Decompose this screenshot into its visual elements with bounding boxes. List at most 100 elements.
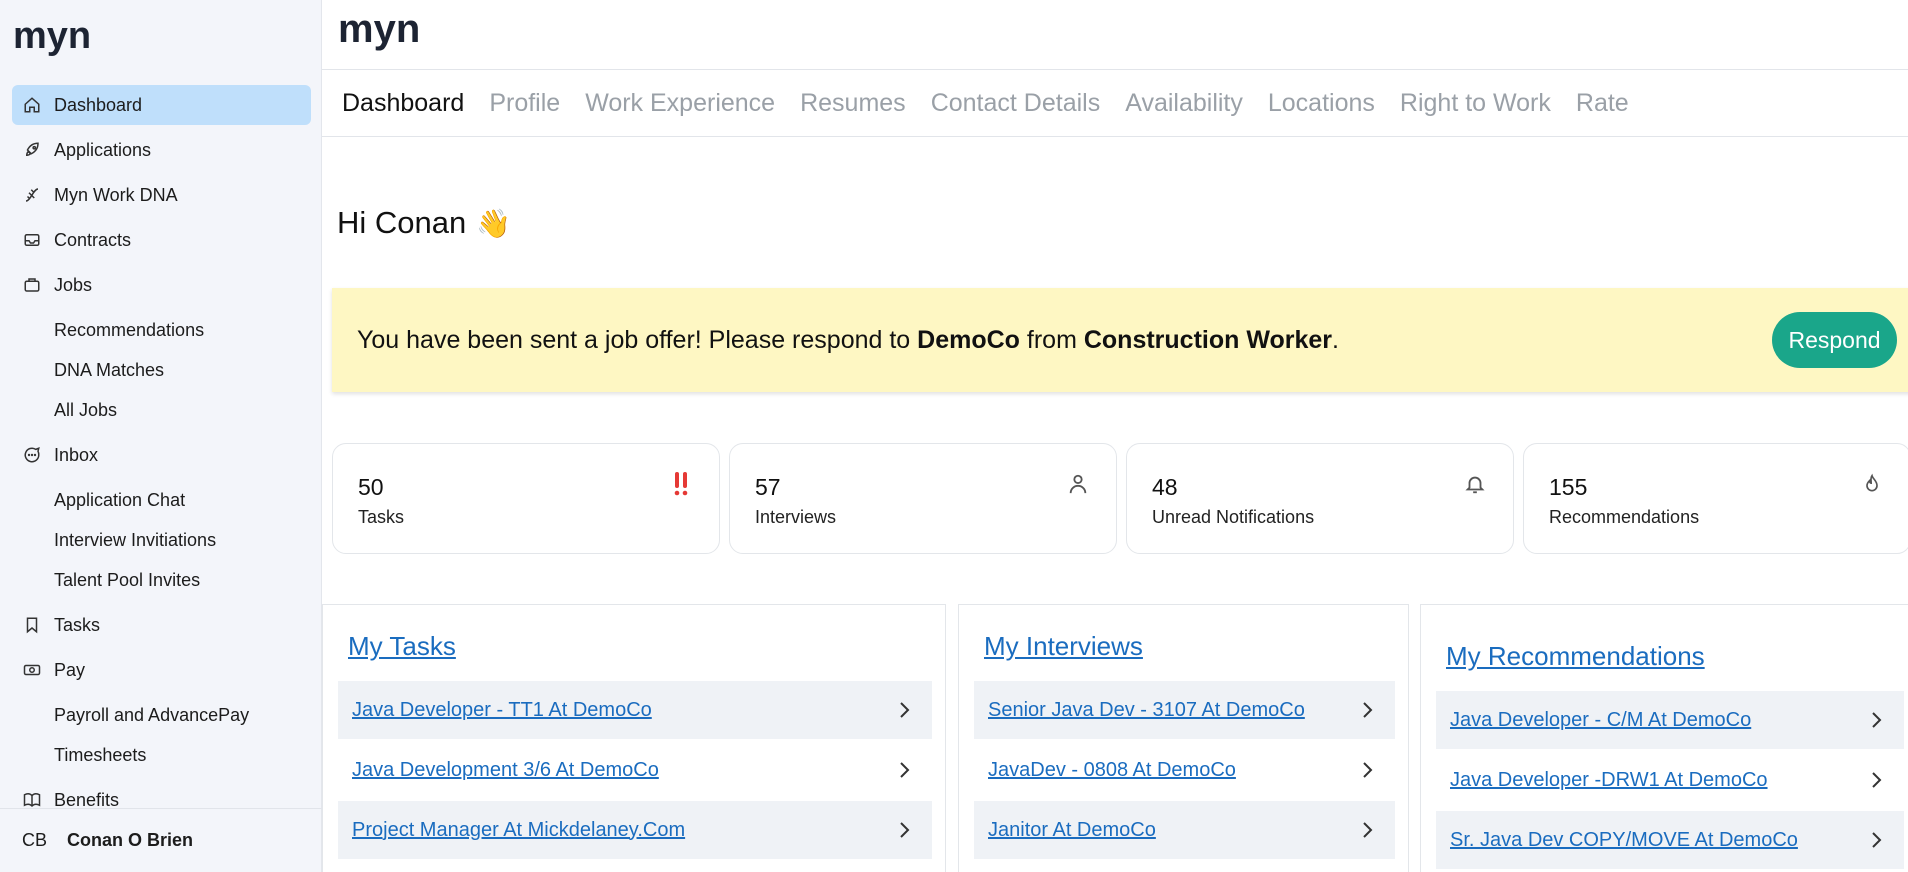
sidebar-item-contracts[interactable]: Contracts <box>12 220 311 260</box>
sidebar-subitem-timesheets[interactable]: Timesheets <box>12 735 311 775</box>
avatar: CB <box>22 830 48 850</box>
tab-resumes[interactable]: Resumes <box>800 89 906 118</box>
offer-role: Construction Worker <box>1083 325 1333 354</box>
sidebar-subitem-all-jobs[interactable]: All Jobs <box>12 390 311 430</box>
sidebar-subitem-talent-pool-invites[interactable]: Talent Pool Invites <box>12 560 311 600</box>
tab-right-to-work[interactable]: Right to Work <box>1400 89 1551 118</box>
sidebar-item-label: Dashboard <box>54 94 143 115</box>
sidebar-item-label: Contracts <box>54 229 132 250</box>
profile-tabs: Dashboard Profile Work Experience Resume… <box>322 70 1908 137</box>
stat-label: Tasks <box>358 507 405 527</box>
offer-company: DemoCo <box>917 325 1020 354</box>
tab-dashboard[interactable]: Dashboard <box>342 89 464 118</box>
sidebar-item-label: Tasks <box>54 614 101 635</box>
chevron-right-icon <box>1363 702 1373 718</box>
tab-profile[interactable]: Profile <box>489 89 560 118</box>
offer-message: You have been sent a job offer! Please r… <box>357 325 1339 354</box>
recommendation-row[interactable]: Java Developer - C/M At DemoCo <box>1436 691 1904 749</box>
sidebar-item-applications[interactable]: Applications <box>12 130 311 170</box>
sidebar-item-label: Jobs <box>54 274 93 295</box>
stat-card-tasks[interactable]: 50 Tasks <box>332 443 720 554</box>
user-name: Conan O Brien <box>67 830 194 850</box>
stat-value: 155 <box>1549 474 1588 500</box>
home-icon <box>22 95 42 115</box>
sidebar-item-jobs[interactable]: Jobs <box>12 265 311 305</box>
sidebar-subitem-interview-invitations[interactable]: Interview Invitiations <box>12 520 311 560</box>
double-exclamation-icon <box>669 470 693 498</box>
sidebar-item-label: Pay <box>54 659 86 680</box>
sidebar-subitem-recommendations[interactable]: Recommendations <box>12 310 311 350</box>
sidebar-item-pay[interactable]: Pay <box>12 650 311 690</box>
sidebar-item-label: Applications <box>54 139 152 160</box>
chevron-right-icon <box>900 822 910 838</box>
sidebar-item-tasks[interactable]: Tasks <box>12 605 311 645</box>
stat-label: Interviews <box>755 507 837 527</box>
job-offer-banner: You have been sent a job offer! Please r… <box>332 288 1908 392</box>
sidebar-subitem-application-chat[interactable]: Application Chat <box>12 480 311 520</box>
my-recommendations-panel: My Recommendations Java Developer - C/M … <box>1420 604 1908 872</box>
stat-card-recommendations[interactable]: 155 Recommendations <box>1523 443 1908 554</box>
bell-icon <box>1463 470 1487 498</box>
recommendation-row[interactable]: Java Developer -DRW1 At DemoCo <box>1436 751 1904 809</box>
my-tasks-panel: My Tasks Java Developer - TT1 At DemoCo … <box>322 604 946 872</box>
tab-rate[interactable]: Rate <box>1576 89 1629 118</box>
sidebar-item-dashboard[interactable]: Dashboard <box>12 85 311 125</box>
banknote-icon <box>22 660 42 680</box>
interview-row[interactable]: JavaDev - 0808 At DemoCo <box>974 741 1395 799</box>
myn-logo[interactable]: myn <box>13 15 101 68</box>
chevron-right-icon <box>1872 832 1882 848</box>
chat-bubble-icon <box>22 445 42 465</box>
greeting: Hi Conan 👋 <box>337 205 511 241</box>
chevron-right-icon <box>1363 822 1373 838</box>
book-icon <box>22 790 42 810</box>
interview-row[interactable]: Senior Java Dev - 3107 At DemoCo <box>974 681 1395 739</box>
sidebar-nav: Dashboard Applications Myn Work DNA Cont… <box>12 85 311 825</box>
tab-locations[interactable]: Locations <box>1268 89 1375 118</box>
stat-card-notifications[interactable]: 48 Unread Notifications <box>1126 443 1514 554</box>
sidebar-subitem-payroll[interactable]: Payroll and AdvancePay <box>12 695 311 735</box>
waving-hand-icon: 👋 <box>476 207 512 239</box>
tab-availability[interactable]: Availability <box>1125 89 1243 118</box>
user-profile[interactable]: CB Conan O Brien <box>0 808 322 872</box>
task-row[interactable]: Project Manager At Mickdelaney.Com <box>338 801 932 859</box>
respond-button[interactable]: Respond <box>1772 312 1897 368</box>
svg-text:myn: myn <box>13 18 91 57</box>
stat-card-interviews[interactable]: 57 Interviews <box>729 443 1117 554</box>
greeting-text: Hi Conan <box>337 205 467 240</box>
chevron-right-icon <box>900 762 910 778</box>
sidebar-item-work-dna[interactable]: Myn Work DNA <box>12 175 311 215</box>
interview-row[interactable]: Janitor At DemoCo <box>974 801 1395 859</box>
briefcase-icon <box>22 275 42 295</box>
svg-text:myn: myn <box>338 12 420 51</box>
top-bar: myn <box>322 0 1908 70</box>
recommendation-row[interactable]: Sr. Java Dev COPY/MOVE At DemoCo <box>1436 811 1904 869</box>
stat-value: 57 <box>755 474 781 500</box>
chevron-right-icon <box>1363 762 1373 778</box>
tab-contact-details[interactable]: Contact Details <box>931 89 1101 118</box>
myn-logo[interactable]: myn <box>338 7 430 61</box>
panel-title-my-interviews[interactable]: My Interviews <box>984 631 1143 662</box>
chevron-right-icon <box>1872 712 1882 728</box>
rocket-icon <box>22 140 42 160</box>
chevron-right-icon <box>900 702 910 718</box>
sidebar-item-label: Myn Work DNA <box>54 184 178 205</box>
main-content: myn Dashboard Profile Work Experience Re… <box>322 0 1908 872</box>
stat-value: 48 <box>1152 474 1178 500</box>
stat-label: Unread Notifications <box>1152 507 1315 527</box>
panel-title-my-recommendations[interactable]: My Recommendations <box>1446 641 1705 672</box>
sidebar-item-label: Inbox <box>54 444 99 465</box>
stat-label: Recommendations <box>1549 507 1700 527</box>
chevron-right-icon <box>1872 772 1882 788</box>
stat-value: 50 <box>358 474 384 500</box>
inbox-tray-icon <box>22 230 42 250</box>
task-row[interactable]: Java Development 3/6 At DemoCo <box>338 741 932 799</box>
tab-work-experience[interactable]: Work Experience <box>585 89 775 118</box>
flame-icon <box>1860 470 1884 498</box>
task-row[interactable]: Java Developer - TT1 At DemoCo <box>338 681 932 739</box>
bookmark-icon <box>22 615 42 635</box>
dna-icon <box>22 185 42 205</box>
panel-title-my-tasks[interactable]: My Tasks <box>348 631 456 662</box>
sidebar: myn Dashboard Applications Myn Work DNA <box>0 0 322 872</box>
sidebar-item-inbox[interactable]: Inbox <box>12 435 311 475</box>
sidebar-subitem-dna-matches[interactable]: DNA Matches <box>12 350 311 390</box>
